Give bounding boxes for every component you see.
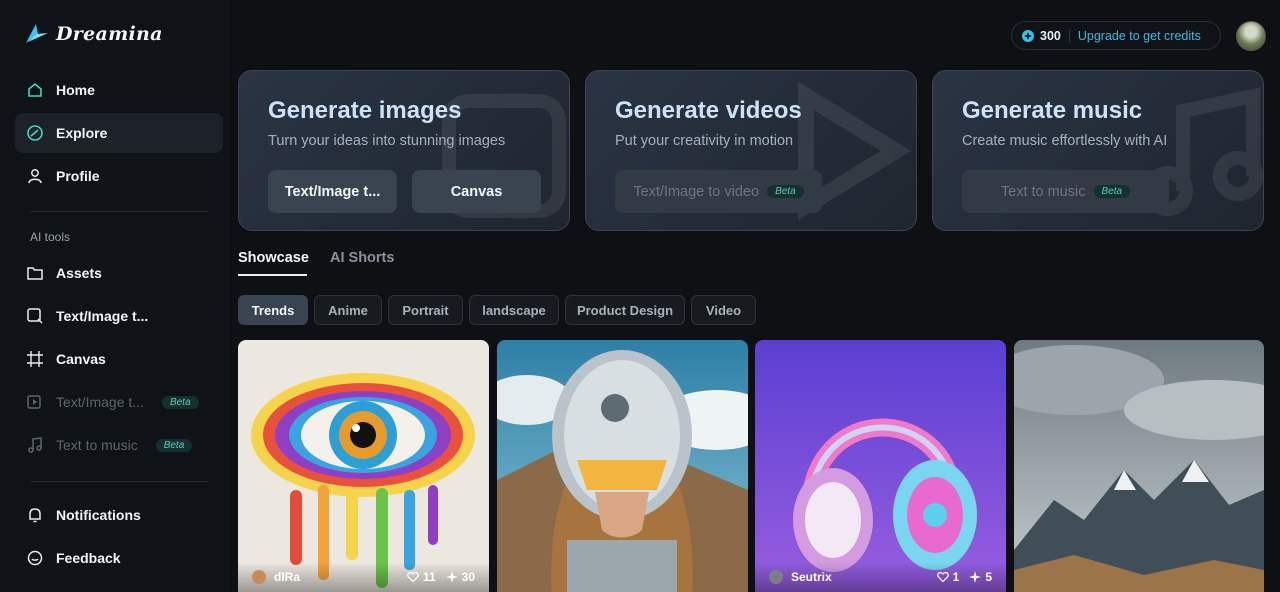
likes-count: 1 bbox=[952, 570, 960, 584]
remix-count: 5 bbox=[985, 570, 992, 584]
sidebar-item-explore[interactable]: Explore bbox=[15, 113, 223, 153]
video-gen-icon bbox=[26, 393, 44, 411]
mountains-image bbox=[1014, 340, 1264, 592]
remix-count: 30 bbox=[461, 570, 475, 584]
headphones-image bbox=[755, 340, 1006, 592]
music-icon bbox=[26, 436, 44, 454]
tab-showcase[interactable]: Showcase bbox=[238, 250, 309, 266]
sidebar-item-text-to-music[interactable]: Text to music Beta bbox=[15, 425, 223, 465]
text-image-button[interactable]: Text/Image t... bbox=[268, 170, 397, 213]
bell-icon bbox=[26, 506, 44, 524]
image-gen-icon bbox=[26, 307, 44, 325]
tab-ai-shorts[interactable]: AI Shorts bbox=[330, 250, 394, 266]
tile-meta: dIRa 11 30 bbox=[238, 562, 489, 592]
credits-count: 300 bbox=[1040, 28, 1061, 43]
sidebar-item-label: Notifications bbox=[56, 507, 141, 523]
upgrade-link[interactable]: Upgrade to get credits bbox=[1078, 29, 1201, 43]
sparkle-icon bbox=[445, 571, 458, 583]
gallery-item[interactable]: dIRa 11 30 bbox=[238, 340, 489, 592]
remix-stat[interactable]: 30 bbox=[445, 570, 475, 584]
brand-name: Dreamina bbox=[56, 23, 163, 45]
filter-chip-product-design[interactable]: Product Design bbox=[565, 295, 685, 325]
beta-badge: Beta bbox=[767, 185, 804, 198]
sidebar-item-home[interactable]: Home bbox=[15, 70, 223, 110]
sidebar-item-label: Feedback bbox=[56, 550, 121, 566]
sidebar-item-label: Text/Image t... bbox=[56, 308, 149, 324]
sidebar-item-canvas[interactable]: Canvas bbox=[15, 339, 223, 379]
credits-separator bbox=[1068, 28, 1070, 43]
sidebar-item-profile[interactable]: Profile bbox=[15, 156, 223, 196]
dreamina-logo-icon bbox=[26, 24, 48, 43]
sidebar-divider bbox=[30, 211, 208, 212]
card-title: Generate images bbox=[268, 97, 462, 124]
likes-count: 11 bbox=[422, 570, 436, 584]
active-tab-indicator bbox=[238, 274, 307, 276]
rainbow-eye-image bbox=[238, 340, 489, 592]
sidebar-item-assets[interactable]: Assets bbox=[15, 253, 223, 293]
sidebar-item-notifications[interactable]: Notifications bbox=[15, 495, 223, 535]
sidebar-item-text-image-video[interactable]: Text/Image t... Beta bbox=[15, 382, 223, 422]
beta-badge: Beta bbox=[161, 395, 199, 409]
credit-coin-icon bbox=[1022, 29, 1034, 42]
sidebar-item-feedback[interactable]: Feedback bbox=[15, 538, 223, 578]
sparkle-icon bbox=[969, 571, 982, 583]
button-label: Text/Image to video bbox=[633, 183, 760, 200]
sidebar-item-label: Explore bbox=[56, 125, 108, 141]
sidebar-item-label: Text/Image t... bbox=[56, 394, 144, 410]
section-label-ai-tools: AI tools bbox=[30, 230, 71, 244]
user-avatar[interactable] bbox=[1236, 21, 1266, 51]
card-generate-music: Generate music Create music effortlessly… bbox=[932, 70, 1264, 231]
canvas-icon bbox=[26, 350, 44, 368]
card-title: Generate videos bbox=[615, 97, 802, 124]
feedback-icon bbox=[26, 549, 44, 567]
heart-icon bbox=[936, 571, 949, 583]
sidebar-item-label: Profile bbox=[56, 168, 100, 184]
button-label: Text/Image t... bbox=[284, 183, 381, 200]
logo[interactable]: Dreamina bbox=[24, 18, 163, 50]
text-image-video-button[interactable]: Text/Image to video Beta bbox=[615, 170, 822, 213]
card-subtitle: Create music effortlessly with AI bbox=[962, 133, 1168, 149]
beta-badge: Beta bbox=[155, 438, 193, 452]
tile-meta: Seutrix 1 5 bbox=[755, 562, 1006, 592]
sidebar-divider bbox=[30, 481, 208, 482]
button-label: Text to music bbox=[1000, 183, 1086, 200]
card-generate-images: Generate images Turn your ideas into stu… bbox=[238, 70, 570, 231]
canvas-button[interactable]: Canvas bbox=[412, 170, 541, 213]
profile-icon bbox=[26, 167, 44, 185]
card-title: Generate music bbox=[962, 97, 1143, 124]
author-avatar bbox=[769, 570, 783, 584]
card-subtitle: Put your creativity in motion bbox=[615, 133, 794, 149]
sidebar-item-label: Home bbox=[56, 82, 95, 98]
card-subtitle: Turn your ideas into stunning images bbox=[268, 133, 506, 149]
beta-badge: Beta bbox=[1093, 185, 1131, 198]
gallery-item[interactable]: Seutrix 1 5 bbox=[755, 340, 1006, 592]
astronaut-girl-image bbox=[497, 340, 748, 592]
folder-icon bbox=[26, 264, 44, 282]
home-icon bbox=[26, 81, 44, 99]
sidebar: Dreamina Home Explore Profile AI tools A… bbox=[0, 0, 230, 592]
likes-stat[interactable]: 11 bbox=[407, 570, 436, 584]
button-label: Canvas bbox=[450, 183, 503, 200]
author-name[interactable]: Seutrix bbox=[791, 570, 832, 584]
text-to-music-button[interactable]: Text to music Beta bbox=[962, 170, 1169, 213]
sidebar-item-label: Text to music bbox=[56, 437, 138, 453]
heart-icon bbox=[407, 571, 419, 583]
likes-stat[interactable]: 1 bbox=[936, 570, 960, 584]
sidebar-item-label: Canvas bbox=[56, 351, 106, 367]
sidebar-item-label: Assets bbox=[56, 265, 102, 281]
author-name[interactable]: dIRa bbox=[274, 570, 300, 584]
filter-chip-anime[interactable]: Anime bbox=[314, 295, 382, 325]
gallery-item[interactable] bbox=[497, 340, 748, 592]
filter-chip-landscape[interactable]: landscape bbox=[469, 295, 559, 325]
gallery-item[interactable] bbox=[1014, 340, 1264, 592]
author-avatar bbox=[252, 570, 266, 584]
card-generate-videos: Generate videos Put your creativity in m… bbox=[585, 70, 917, 231]
sidebar-item-text-image[interactable]: Text/Image t... bbox=[15, 296, 223, 336]
credits-pill[interactable]: 300 Upgrade to get credits bbox=[1011, 21, 1221, 50]
remix-stat[interactable]: 5 bbox=[969, 570, 992, 584]
filter-chip-portrait[interactable]: Portrait bbox=[388, 295, 463, 325]
filter-chip-trends[interactable]: Trends bbox=[238, 295, 308, 325]
explore-icon bbox=[26, 124, 44, 142]
filter-chip-video[interactable]: Video bbox=[691, 295, 756, 325]
